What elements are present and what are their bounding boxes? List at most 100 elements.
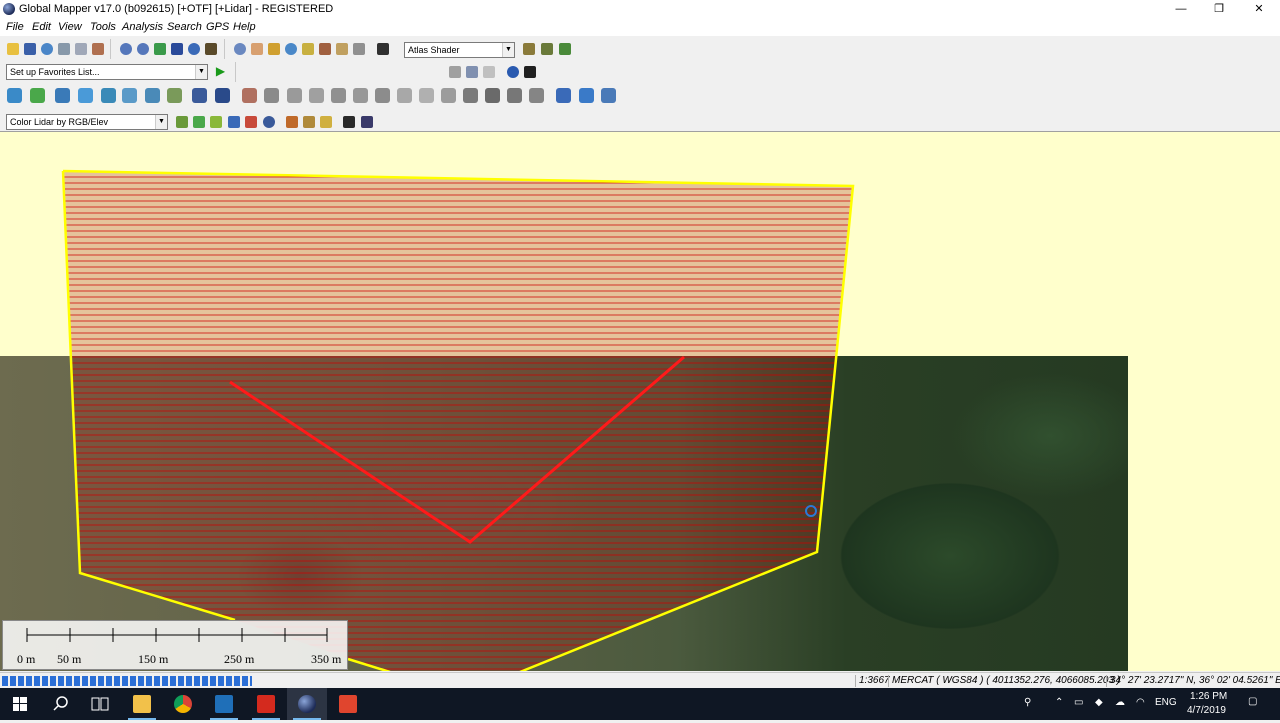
gps-center-button[interactable]: [504, 63, 521, 80]
menu-edit[interactable]: Edit: [32, 21, 51, 33]
clock-time[interactable]: 1:26 PM: [1190, 691, 1227, 702]
measure-tool-button[interactable]: [265, 40, 282, 57]
battery-icon[interactable]: ▭: [1074, 697, 1083, 708]
lidar-sample-button[interactable]: [317, 113, 334, 130]
lidar-mesh-button[interactable]: [504, 85, 525, 106]
lidar-classify-button[interactable]: [261, 85, 282, 106]
language-indicator[interactable]: ENG: [1155, 697, 1177, 708]
lidar-wire-button[interactable]: [416, 85, 437, 106]
menu-view[interactable]: View: [58, 21, 82, 33]
lidar-edit-button[interactable]: [239, 85, 260, 106]
print-button[interactable]: [55, 40, 72, 57]
notification-icon[interactable]: ▢: [1248, 696, 1257, 707]
lidar-grid-button[interactable]: [358, 113, 375, 130]
merge-feature-button[interactable]: [119, 85, 140, 106]
binoculars-icon[interactable]: [374, 40, 391, 57]
menu-file[interactable]: File: [6, 21, 24, 33]
shader-options-button[interactable]: [520, 40, 537, 57]
shader-select[interactable]: Atlas Shader ▼: [404, 42, 515, 58]
3d-grid-button[interactable]: [480, 63, 497, 80]
clock-date[interactable]: 4/7/2019: [1187, 705, 1226, 716]
zoom-in-button[interactable]: [117, 40, 134, 57]
lidar-tree-button[interactable]: [372, 85, 393, 106]
maximize-button[interactable]: ❐: [1200, 0, 1238, 19]
lidar-return-button[interactable]: [225, 113, 242, 130]
tool-dropdown-button[interactable]: [350, 40, 367, 57]
menu-tools[interactable]: Tools: [90, 21, 116, 33]
wifi-icon[interactable]: ◠: [1136, 697, 1145, 708]
create-line-button[interactable]: [27, 85, 48, 106]
rotate-button[interactable]: [553, 85, 574, 106]
lidar-ac-button[interactable]: [283, 113, 300, 130]
point-tool-button[interactable]: [189, 85, 210, 106]
lidar-point-button[interactable]: [340, 113, 357, 130]
lidar-power-button[interactable]: [394, 85, 415, 106]
start-icon[interactable]: [0, 688, 40, 720]
lidar-ground-button[interactable]: [306, 85, 327, 106]
minimize-button[interactable]: —: [1162, 0, 1200, 19]
chevron-up-icon[interactable]: ⌃: [1055, 697, 1063, 708]
full-view-button[interactable]: [202, 40, 219, 57]
run-favorite-button[interactable]: ▶: [212, 63, 229, 80]
autocad-icon[interactable]: [328, 688, 368, 720]
chevron-down-icon[interactable]: ▼: [155, 115, 167, 129]
globe-button[interactable]: [38, 40, 55, 57]
reshape-button[interactable]: [576, 85, 597, 106]
layer-button[interactable]: [151, 40, 168, 57]
config-button[interactable]: [89, 40, 106, 57]
export-button[interactable]: [72, 40, 89, 57]
edit-vertices-button[interactable]: [52, 85, 73, 106]
map-canvas[interactable]: 0 m 50 m 150 m 250 m 350 m: [0, 131, 1280, 671]
favorites-select[interactable]: Set up Favorites List... ▼: [6, 64, 208, 80]
task-view-icon[interactable]: [80, 688, 120, 720]
file-explorer-icon[interactable]: [122, 688, 162, 720]
autodesk-a-icon[interactable]: [204, 688, 244, 720]
lidar-extract-button[interactable]: [460, 85, 481, 106]
chevron-down-icon[interactable]: ▼: [502, 43, 514, 57]
global-mapper-app-icon[interactable]: [3, 3, 15, 15]
zoom-out-button[interactable]: [134, 40, 151, 57]
refresh-button[interactable]: [185, 40, 202, 57]
vertex-tool-button[interactable]: [212, 85, 233, 106]
lidar-pole-button[interactable]: [438, 85, 459, 106]
lidar-surface-button[interactable]: [526, 85, 547, 106]
lidar-height-button[interactable]: [242, 113, 259, 130]
digitizer-button[interactable]: [333, 40, 350, 57]
lidar-intensity-button[interactable]: [207, 113, 224, 130]
chrome-icon[interactable]: [163, 688, 203, 720]
grid-feature-button[interactable]: [164, 85, 185, 106]
north-arrow-icon[interactable]: [521, 63, 538, 80]
dropbox-icon[interactable]: ◆: [1095, 697, 1103, 708]
home-button[interactable]: [168, 40, 185, 57]
path-profile-button[interactable]: [316, 40, 333, 57]
water-button[interactable]: [556, 40, 573, 57]
feature-info-button[interactable]: [299, 40, 316, 57]
buffer-feature-button[interactable]: [142, 85, 163, 106]
lidar-color-select[interactable]: Color Lidar by RGB/Elev ▼: [6, 114, 168, 130]
acrobat-icon[interactable]: [246, 688, 286, 720]
info-tool-button[interactable]: [282, 40, 299, 57]
lidar-class-button[interactable]: [190, 113, 207, 130]
lidar-building-button[interactable]: [350, 85, 371, 106]
3d-view-button[interactable]: [446, 63, 463, 80]
save-button[interactable]: [21, 40, 38, 57]
lidar-noise-button[interactable]: [328, 85, 349, 106]
lidar-profile-button[interactable]: [300, 113, 317, 130]
menu-search[interactable]: Search: [167, 21, 202, 33]
3d-settings-button[interactable]: [463, 63, 480, 80]
create-area-button[interactable]: [4, 85, 25, 106]
zoom-tool-button[interactable]: [231, 40, 248, 57]
pan-tool-button[interactable]: [248, 40, 265, 57]
menu-analysis[interactable]: Analysis: [122, 21, 163, 33]
people-icon[interactable]: ⚲: [1024, 697, 1031, 708]
global-mapper-icon[interactable]: [287, 688, 327, 720]
lidar-smooth-button[interactable]: [482, 85, 503, 106]
undo-button[interactable]: [598, 85, 619, 106]
menu-gps[interactable]: GPS: [206, 21, 229, 33]
lighting-button[interactable]: [538, 40, 555, 57]
move-feature-button[interactable]: [75, 85, 96, 106]
split-feature-button[interactable]: [98, 85, 119, 106]
search-icon[interactable]: [40, 688, 80, 720]
chevron-down-icon[interactable]: ▼: [195, 65, 207, 79]
lidar-source-button[interactable]: [260, 113, 277, 130]
